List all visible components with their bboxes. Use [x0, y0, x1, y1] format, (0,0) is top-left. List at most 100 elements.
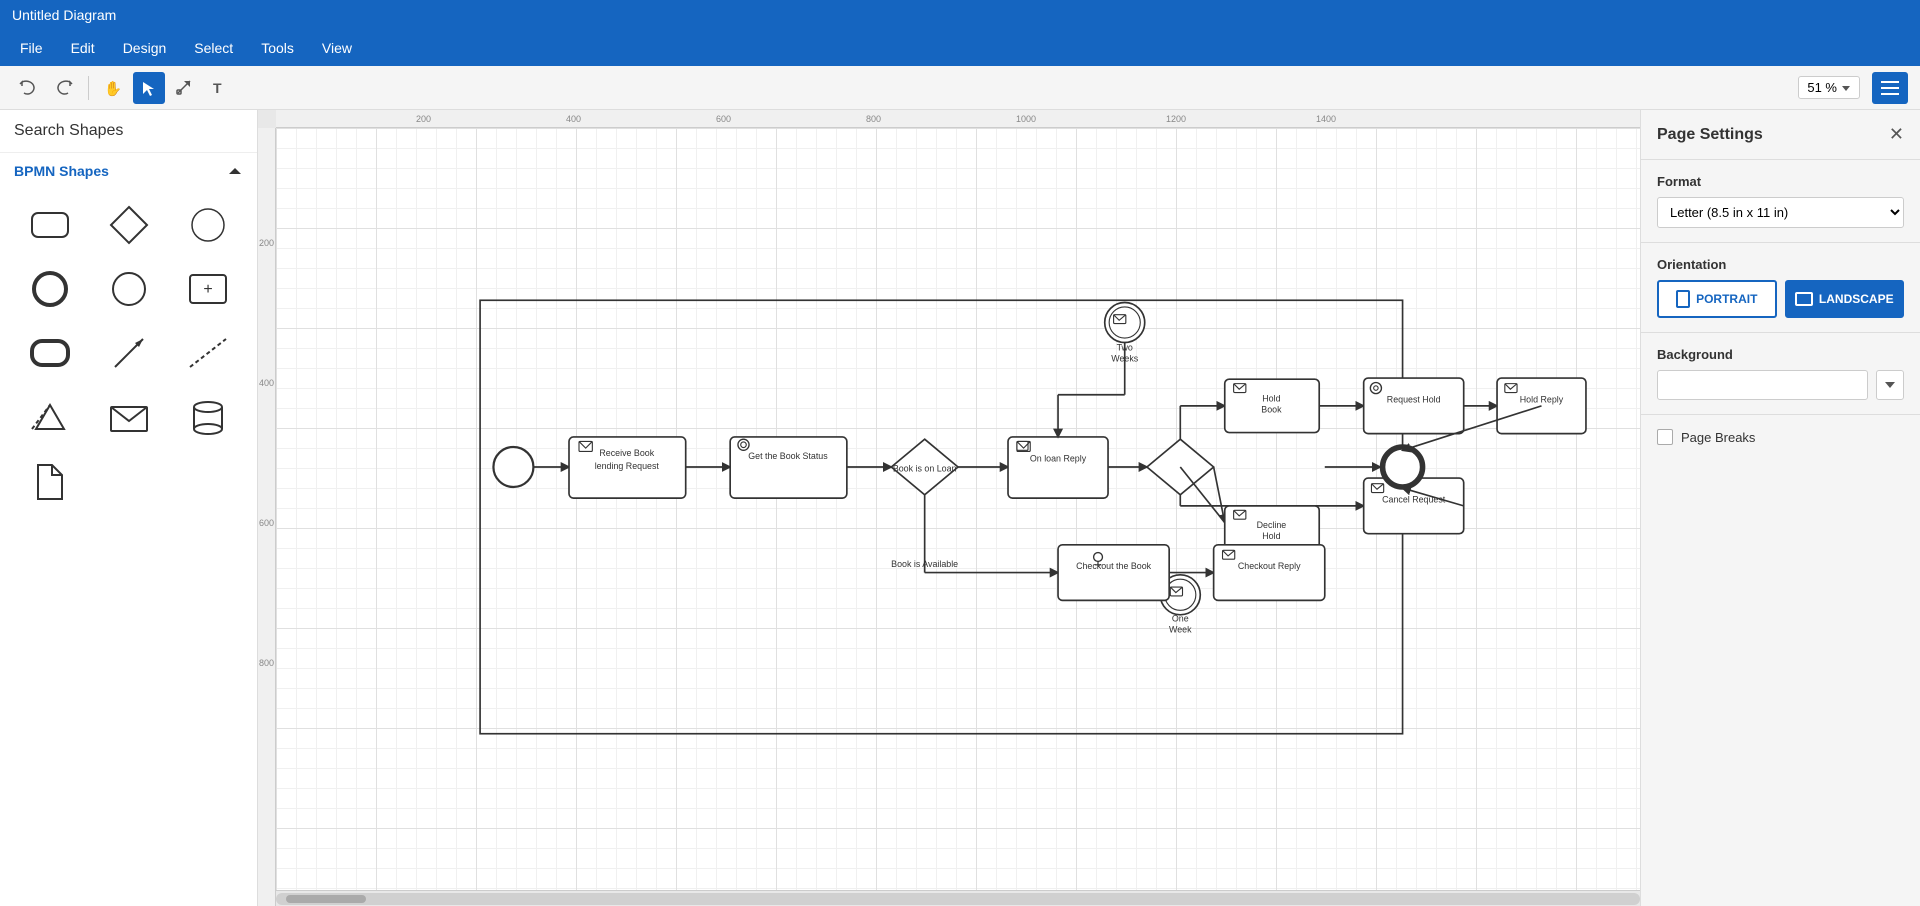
- ruler-tick-800: 800: [866, 114, 881, 124]
- svg-text:Decline: Decline: [1257, 520, 1287, 530]
- sidebar: Search Shapes BPMN Shapes: [0, 110, 258, 906]
- ruler-tick-v-800: 800: [259, 658, 274, 668]
- shape-circle-thin[interactable]: [172, 197, 243, 253]
- text-button[interactable]: T: [205, 72, 237, 104]
- panel-close-button[interactable]: ✕: [1889, 124, 1904, 145]
- select-button[interactable]: [133, 72, 165, 104]
- svg-text:Checkout Reply: Checkout Reply: [1238, 561, 1301, 571]
- svg-text:Request Hold: Request Hold: [1387, 395, 1441, 405]
- svg-text:lending Request: lending Request: [595, 461, 660, 471]
- ruler-tick-v-600: 600: [259, 518, 274, 528]
- zoom-chevron-icon: [1841, 83, 1851, 93]
- ruler-tick-600: 600: [716, 114, 731, 124]
- svg-text:✋: ✋: [104, 79, 122, 97]
- shape-dashed-triangle[interactable]: [14, 389, 85, 445]
- shape-rounded-bold[interactable]: [14, 325, 85, 381]
- app-title: Untitled Diagram: [12, 7, 116, 23]
- pan-button[interactable]: ✋: [97, 72, 129, 104]
- svg-text:Book is on Loan: Book is on Loan: [893, 463, 957, 473]
- canvas-area[interactable]: 200 400 600 800 1000 1200 1400 200 400 6…: [258, 110, 1640, 906]
- collapse-icon: [227, 163, 243, 179]
- ruler-tick-1400: 1400: [1316, 114, 1336, 124]
- svg-text:Get the Book Status: Get the Book Status: [748, 451, 828, 461]
- svg-text:Hold: Hold: [1262, 393, 1280, 403]
- diagram-canvas[interactable]: Receive Book lending Request Get the Boo…: [276, 128, 1640, 906]
- menu-file[interactable]: File: [8, 36, 55, 60]
- zoom-value: 51 %: [1807, 80, 1837, 95]
- title-bar: Untitled Diagram: [0, 0, 1920, 30]
- svg-text:Hold: Hold: [1262, 531, 1280, 541]
- orientation-label: Orientation: [1657, 257, 1904, 272]
- shape-envelope[interactable]: [93, 389, 164, 445]
- svg-text:Book is Available: Book is Available: [891, 559, 958, 569]
- svg-text:Book: Book: [1261, 405, 1282, 415]
- ruler-tick-1000: 1000: [1016, 114, 1036, 124]
- svg-text:+: +: [203, 281, 212, 298]
- format-section: Format Letter (8.5 in x 11 in): [1641, 160, 1920, 243]
- format-select[interactable]: Letter (8.5 in x 11 in): [1657, 197, 1904, 228]
- landscape-label: LANDSCAPE: [1819, 292, 1894, 306]
- svg-text:Receive Book: Receive Book: [599, 448, 654, 458]
- zoom-control[interactable]: 51 %: [1798, 76, 1860, 99]
- search-shapes-label[interactable]: Search Shapes: [14, 122, 123, 139]
- svg-text:T: T: [213, 80, 222, 96]
- landscape-icon: [1795, 292, 1813, 306]
- menu-tools[interactable]: Tools: [249, 36, 306, 60]
- ruler-tick-400: 400: [566, 114, 581, 124]
- pan-icon: ✋: [104, 79, 122, 97]
- shape-diamond[interactable]: [93, 197, 164, 253]
- portrait-label: PORTRAIT: [1696, 292, 1757, 306]
- shape-document[interactable]: [14, 453, 85, 509]
- page-breaks-checkbox[interactable]: [1657, 429, 1673, 445]
- portrait-button[interactable]: PORTRAIT: [1657, 280, 1777, 318]
- format-panel-button[interactable]: [1872, 72, 1908, 104]
- select-icon: [141, 80, 157, 96]
- separator-1: [88, 76, 89, 100]
- shape-dashed-line[interactable]: [172, 325, 243, 381]
- ruler-tick-v-400: 400: [259, 378, 274, 388]
- svg-text:On loan Reply: On loan Reply: [1030, 453, 1087, 463]
- horizontal-scrollbar[interactable]: [276, 890, 1640, 906]
- svg-text:Checkout the Book: Checkout the Book: [1076, 561, 1152, 571]
- ruler-tick-200: 200: [416, 114, 431, 124]
- svg-text:Cancel Request: Cancel Request: [1382, 495, 1446, 505]
- bpmn-diagram: Receive Book lending Request Get the Boo…: [276, 128, 1640, 906]
- menu-design[interactable]: Design: [111, 36, 179, 60]
- svg-text:One: One: [1172, 613, 1189, 623]
- background-label: Background: [1657, 347, 1904, 362]
- shape-rounded-rect[interactable]: [14, 197, 85, 253]
- dropdown-arrow-icon: [1885, 381, 1895, 389]
- ruler-tick-v-200: 200: [259, 238, 274, 248]
- background-dropdown-button[interactable]: [1876, 370, 1904, 400]
- format-icon: [1881, 81, 1899, 95]
- menu-edit[interactable]: Edit: [59, 36, 107, 60]
- shape-cylinder[interactable]: [172, 389, 243, 445]
- search-shapes-area[interactable]: Search Shapes: [0, 110, 257, 153]
- shape-circle-thick[interactable]: [14, 261, 85, 317]
- shape-arrow-diagonal[interactable]: [93, 325, 164, 381]
- bpmn-section-label: BPMN Shapes: [14, 163, 109, 179]
- shapes-grid: +: [0, 189, 257, 523]
- undo-button[interactable]: [12, 72, 44, 104]
- connector-icon: [176, 79, 194, 97]
- menu-view[interactable]: View: [310, 36, 364, 60]
- page-breaks-label: Page Breaks: [1681, 430, 1755, 445]
- connector-button[interactable]: [169, 72, 201, 104]
- ruler-left: 200 400 600 800: [258, 128, 276, 906]
- ruler-top: 200 400 600 800 1000 1200 1400: [276, 110, 1640, 128]
- menu-select[interactable]: Select: [182, 36, 245, 60]
- panel-title: Page Settings: [1657, 126, 1763, 144]
- text-icon: T: [213, 80, 229, 96]
- shape-circle-medium[interactable]: [93, 261, 164, 317]
- redo-button[interactable]: [48, 72, 80, 104]
- shape-rect-plus[interactable]: +: [172, 261, 243, 317]
- toolbar: ✋ T 51 %: [0, 66, 1920, 110]
- bpmn-section-header[interactable]: BPMN Shapes: [0, 153, 257, 189]
- panel-header: Page Settings ✕: [1641, 110, 1920, 160]
- right-panel: Page Settings ✕ Format Letter (8.5 in x …: [1640, 110, 1920, 906]
- landscape-button[interactable]: LANDSCAPE: [1785, 280, 1905, 318]
- background-section: Background: [1641, 333, 1920, 415]
- background-color-box[interactable]: [1657, 370, 1868, 400]
- ruler-tick-1200: 1200: [1166, 114, 1186, 124]
- svg-text:Hold Reply: Hold Reply: [1520, 395, 1564, 405]
